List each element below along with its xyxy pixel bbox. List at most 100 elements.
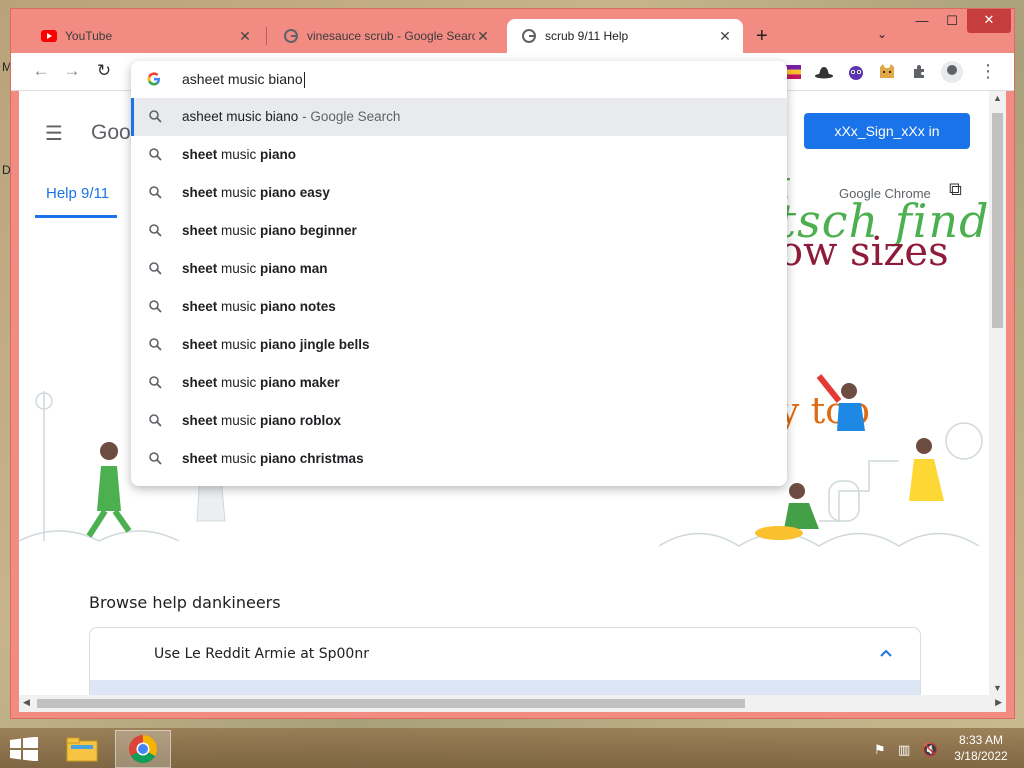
omnibox-suggestion[interactable]: sheet music piano man	[131, 250, 787, 288]
tab-youtube[interactable]: YouTube ✕	[27, 19, 263, 53]
back-button[interactable]: ←	[29, 61, 53, 81]
scroll-up-icon[interactable]: ▲	[989, 93, 1006, 103]
volume-muted-icon[interactable]: 🔇	[922, 742, 938, 758]
tab-separator	[266, 27, 267, 45]
close-tab-icon[interactable]: ✕	[475, 28, 491, 45]
suggestion-text-part: sheet	[182, 375, 218, 390]
suggestion-text: sheet music piano	[182, 147, 296, 162]
close-tab-icon[interactable]: ✕	[237, 28, 253, 45]
suggestion-text: sheet music piano roblox	[182, 413, 341, 428]
suggestion-text-part: sheet	[182, 223, 218, 238]
suggestion-text-part: sheet	[182, 451, 218, 466]
search-icon	[149, 262, 162, 278]
extension-hat-icon[interactable]	[814, 62, 834, 82]
suggestion-text-part: piano jingle bells	[260, 337, 370, 352]
search-icon	[149, 224, 162, 240]
suggestion-text-part: music	[217, 147, 261, 162]
system-clock[interactable]: 8:33 AM 3/18/2022	[948, 732, 1014, 764]
suggestion-text-part: music	[217, 261, 261, 276]
address-bar[interactable]: asheet music biano	[131, 61, 787, 97]
chrome-icon	[129, 735, 157, 763]
browser-menu-icon[interactable]: ⋮	[979, 61, 997, 82]
address-bar-dropdown: asheet music biano asheet music biano - …	[131, 61, 787, 486]
search-icon	[149, 452, 162, 468]
omnibox-suggestion[interactable]: sheet music piano notes	[131, 288, 787, 326]
maximize-button[interactable]: ☐	[937, 13, 967, 33]
suggestion-text-part: piano	[260, 147, 297, 162]
suggestion-text-part: music	[217, 413, 261, 428]
suggestion-text: asheet music biano - Google Search	[182, 109, 400, 124]
suggestion-text: sheet music piano notes	[182, 299, 336, 314]
action-center-flag-icon[interactable]: ⚑	[874, 742, 886, 758]
suggestion-text-part: music	[217, 375, 261, 390]
close-tab-icon[interactable]: ✕	[717, 28, 733, 45]
suggestion-text-part: piano maker	[260, 375, 340, 390]
clock-time: 8:33 AM	[958, 733, 1004, 747]
omnibox-suggestion[interactable]: sheet music piano christmas	[131, 440, 787, 478]
omnibox-suggestion[interactable]: asheet music biano - Google Search	[131, 98, 787, 136]
omnibox-suggestion[interactable]: sheet music piano jingle bells	[131, 326, 787, 364]
suggestion-text: sheet music piano man	[182, 261, 328, 276]
omnibox-suggestion[interactable]: sheet music piano roblox	[131, 402, 787, 440]
search-icon	[149, 148, 162, 164]
profile-avatar-icon[interactable]	[941, 61, 963, 83]
tab-help[interactable]: Help 9/11	[46, 185, 109, 202]
omnibox-suggestion[interactable]: sheet music piano maker	[131, 364, 787, 402]
new-tab-button[interactable]: +	[756, 25, 768, 48]
youtube-icon	[41, 28, 57, 44]
suggestion-text: sheet music piano jingle bells	[182, 337, 370, 352]
minimize-button[interactable]: —	[907, 13, 937, 33]
extension-creature-icon[interactable]	[846, 62, 866, 82]
suggestion-text-part: sheet	[182, 185, 218, 200]
scroll-left-icon[interactable]: ◀	[23, 697, 30, 708]
scrollbar-thumb[interactable]	[37, 699, 745, 708]
tab-title: vinesauce scrub - Google Search	[307, 29, 475, 43]
scroll-right-icon[interactable]: ▶	[995, 697, 1002, 708]
suggestion-text-part: - Google Search	[298, 109, 401, 124]
forward-button[interactable]: →	[60, 61, 84, 81]
file-explorer-taskbar-button[interactable]	[54, 730, 110, 768]
vertical-scrollbar[interactable]: ▲ ▼	[989, 91, 1006, 695]
extension-doge-icon[interactable]	[877, 62, 897, 82]
suggestion-text-part: asheet music biano	[182, 109, 299, 124]
network-icon[interactable]: ▥	[898, 742, 910, 758]
sign-in-button[interactable]: xXx_Sign_xXx in	[804, 113, 970, 149]
clock-date: 3/18/2022	[954, 749, 1008, 763]
hamburger-menu-icon[interactable]: ☰	[45, 121, 63, 146]
help-topic-accordion[interactable]: Use Le Reddit Armie at Sp00nr	[89, 627, 921, 695]
search-icon	[149, 338, 162, 354]
scrollbar-thumb[interactable]	[992, 113, 1003, 328]
google-icon	[147, 72, 160, 86]
suggestion-text-part: music	[217, 299, 261, 314]
suggestion-text-part: music	[217, 185, 261, 200]
reload-button[interactable]: ↻	[92, 61, 116, 81]
tab-vinesauce-search[interactable]: vinesauce scrub - Google Search ✕	[269, 19, 501, 53]
extensions-puzzle-icon[interactable]	[909, 62, 929, 82]
suggestion-text-part: music	[217, 337, 261, 352]
close-window-button[interactable]: ✕	[967, 9, 1011, 33]
search-icon	[149, 376, 162, 392]
address-input[interactable]: asheet music biano	[182, 71, 305, 89]
omnibox-suggestion[interactable]: sheet music piano easy	[131, 174, 787, 212]
tab-title: YouTube	[65, 29, 113, 43]
suggestion-text-part: piano christmas	[260, 451, 364, 466]
windows-start-icon[interactable]	[10, 737, 38, 761]
suggestion-text: sheet music piano easy	[182, 185, 330, 200]
horizontal-scrollbar[interactable]: ◀ ▶	[19, 695, 1006, 712]
search-icon	[149, 414, 162, 430]
suggestion-text-part: piano beginner	[260, 223, 357, 238]
suggestion-text: sheet music piano christmas	[182, 451, 364, 466]
accordion-body	[90, 680, 920, 695]
omnibox-suggestion[interactable]: sheet music piano	[131, 136, 787, 174]
suggestion-text-part: music	[217, 223, 261, 238]
chevron-up-icon[interactable]	[880, 644, 892, 660]
folder-icon	[66, 737, 98, 762]
tab-search-button[interactable]: ⌄	[877, 27, 887, 41]
text-caret	[303, 72, 305, 89]
omnibox-suggestion[interactable]: sheet music piano beginner	[131, 212, 787, 250]
chrome-taskbar-button[interactable]	[115, 730, 171, 768]
brand-logo[interactable]: Goo	[91, 121, 131, 145]
tab-scrub-help[interactable]: scrub 9/11 Help ✕	[507, 19, 743, 53]
scroll-down-icon[interactable]: ▼	[989, 683, 1006, 693]
suggestion-text-part: sheet	[182, 337, 218, 352]
